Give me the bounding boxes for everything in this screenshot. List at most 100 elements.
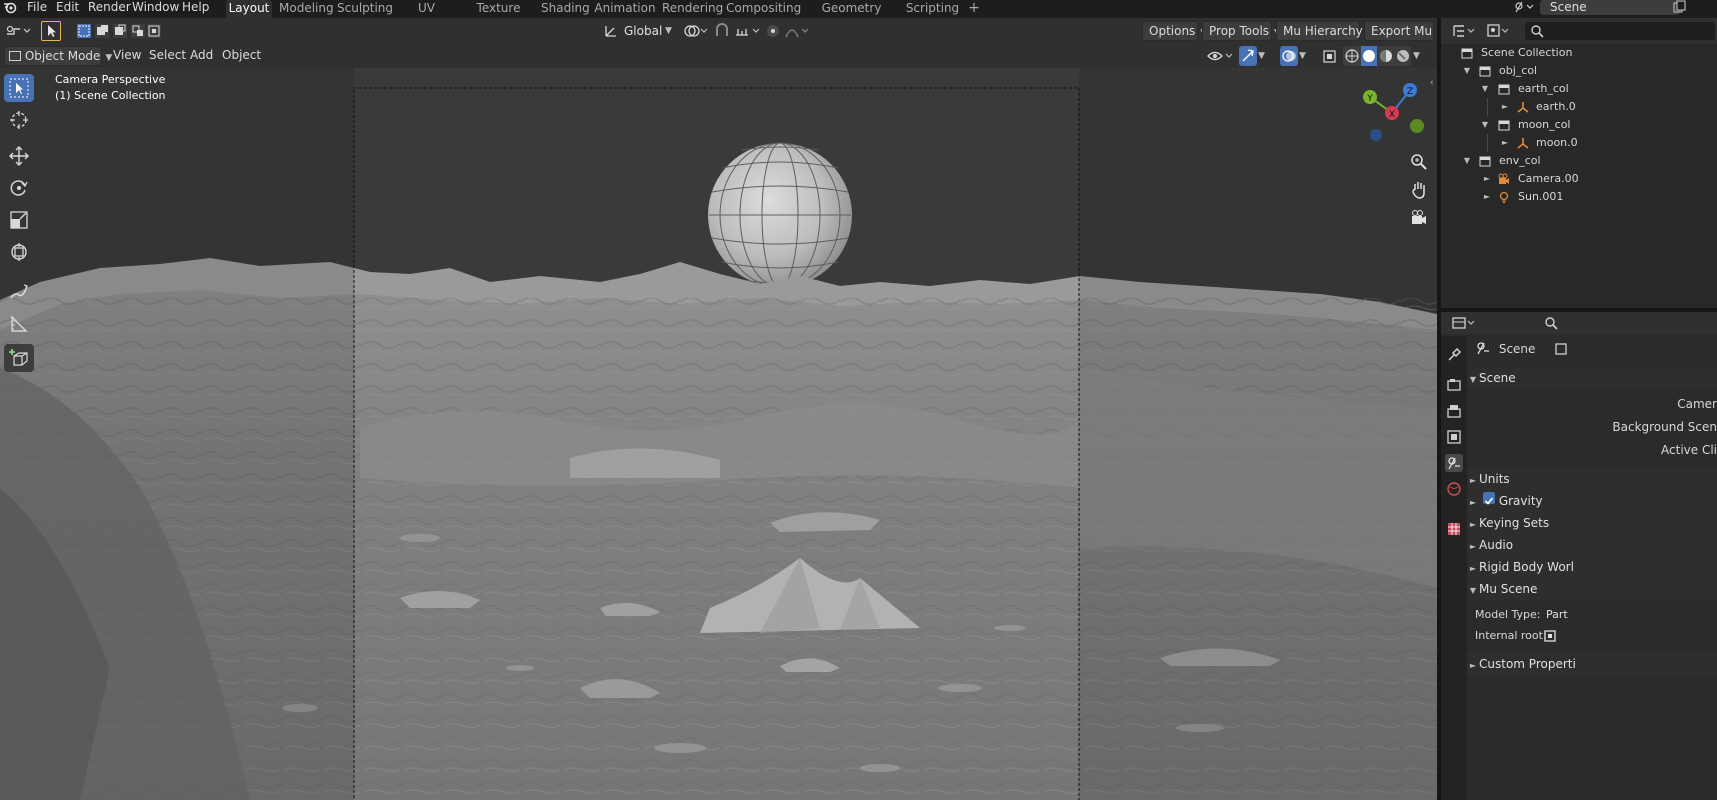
expand-arrow-icon[interactable]: ► — [1481, 188, 1493, 206]
section-custom-properties[interactable]: ► Custom Properti — [1467, 653, 1717, 675]
transform-icon[interactable] — [4, 238, 34, 266]
3d-viewport[interactable]: Camera Perspective (1) Scene Collection — [0, 68, 1437, 800]
tab-layout[interactable]: Layout — [226, 0, 272, 18]
properties-editor-icon[interactable] — [1451, 314, 1479, 332]
properties-search-input[interactable] — [1541, 314, 1715, 332]
snap-toggle-icon[interactable] — [712, 21, 732, 41]
rotate-icon[interactable] — [4, 174, 34, 202]
pivot-point-icon[interactable] — [680, 21, 710, 41]
menu-file[interactable]: File — [27, 0, 47, 17]
zoom-icon[interactable] — [1409, 152, 1429, 172]
mode-dropdown[interactable]: Object Mode ▼ — [4, 46, 112, 66]
gravity-checkbox[interactable] — [1482, 492, 1495, 505]
transform-orientation-dropdown[interactable]: Global ▼ — [603, 21, 675, 41]
tree-row-obj-col[interactable]: ▼ obj_col — [1441, 62, 1717, 80]
add-cube-icon[interactable] — [4, 344, 34, 372]
menu-edit[interactable]: Edit — [56, 0, 79, 17]
object-picker-icon[interactable] — [1543, 629, 1557, 643]
select-tool-icon[interactable] — [41, 21, 61, 41]
overlays-toggle-icon[interactable] — [1280, 46, 1298, 66]
texture-tab-icon[interactable] — [1445, 520, 1463, 538]
tab-rendering[interactable]: Rendering — [662, 0, 723, 18]
chevron-down-icon[interactable]: ▼ — [1258, 46, 1272, 66]
copy-scene-icon[interactable] — [1672, 0, 1690, 15]
mu-hierarchy-dropdown[interactable]: Mu Hierarchy▼ — [1276, 21, 1375, 41]
annotate-icon[interactable] — [4, 278, 34, 306]
menu-object[interactable]: Object — [222, 46, 261, 66]
selection-mode-icons[interactable] — [75, 21, 161, 41]
tab-modeling[interactable]: Modeling — [279, 0, 334, 18]
section-scene[interactable]: ▼ Scene — [1467, 367, 1717, 389]
snap-target-icon[interactable] — [733, 21, 763, 41]
outliner-search-input[interactable] — [1525, 22, 1715, 40]
tree-row-sun[interactable]: ► Sun.001 — [1441, 188, 1717, 206]
display-mode-icon[interactable] — [1485, 22, 1513, 40]
tree-row-earth-col[interactable]: ▼ earth_col — [1441, 80, 1717, 98]
tab-uv-editing[interactable]: UV Editing — [398, 0, 455, 32]
menu-add[interactable]: Add — [190, 46, 213, 66]
world-tab-icon[interactable] — [1445, 480, 1463, 498]
tree-row-earth-obj[interactable]: ► earth.0 — [1441, 98, 1717, 116]
menu-help[interactable]: Help — [182, 0, 209, 17]
cursor-icon[interactable] — [4, 106, 34, 134]
tab-scripting[interactable]: Scripting — [905, 0, 960, 18]
move-icon[interactable] — [4, 142, 34, 170]
render-tab-icon[interactable] — [1445, 376, 1463, 394]
editor-type-icon[interactable] — [4, 21, 32, 41]
measure-icon[interactable] — [4, 310, 34, 338]
tab-shading[interactable]: Shading — [541, 0, 590, 18]
menu-select[interactable]: Select — [149, 46, 186, 66]
view-layer-tab-icon[interactable] — [1445, 428, 1463, 446]
section-units[interactable]: ► Units — [1467, 468, 1717, 490]
scene-selector-icon[interactable] — [1512, 0, 1538, 15]
pin-icon[interactable] — [1553, 341, 1571, 359]
navigation-gizmo[interactable]: Z Y X — [1356, 78, 1428, 144]
expand-arrow-icon[interactable]: ► — [1481, 170, 1493, 188]
options-dropdown[interactable]: Options▼ — [1142, 21, 1207, 41]
sidebar-toggle-icon[interactable]: ‹ — [1430, 78, 1437, 92]
expand-arrow-icon[interactable]: ▼ — [1479, 116, 1491, 134]
expand-arrow-icon[interactable]: ▼ — [1479, 80, 1491, 98]
expand-arrow-icon[interactable]: ► — [1499, 98, 1511, 116]
chevron-down-icon[interactable]: ▼ — [1299, 46, 1313, 66]
section-mu-scene[interactable]: ▼ Mu Scene — [1467, 578, 1717, 600]
export-mu-dropdown[interactable]: Export Mu▼ — [1364, 21, 1444, 41]
section-gravity[interactable]: ► Gravity — [1467, 490, 1717, 512]
section-rigid-body-world[interactable]: ► Rigid Body Worl — [1467, 556, 1717, 578]
output-tab-icon[interactable] — [1445, 402, 1463, 420]
chevron-down-icon[interactable]: ▼ — [1413, 46, 1427, 66]
section-audio[interactable]: ► Audio — [1467, 534, 1717, 556]
tab-animation[interactable]: Animation — [594, 0, 656, 18]
tree-row-camera[interactable]: ► Camera.00 — [1441, 170, 1717, 188]
gizmo-toggle-icon[interactable] — [1239, 46, 1257, 66]
scene-tab-icon[interactable] — [1445, 454, 1463, 472]
xray-toggle-icon[interactable] — [1321, 46, 1339, 66]
tree-row-moon-col[interactable]: ▼ moon_col — [1441, 116, 1717, 134]
tab-sculpting[interactable]: Sculpting — [337, 0, 393, 18]
blender-logo-icon[interactable] — [3, 0, 17, 17]
model-type-dropdown[interactable]: Part — [1541, 606, 1717, 624]
tree-row-env-col[interactable]: ▼ env_col — [1441, 152, 1717, 170]
camera-view-icon[interactable] — [1409, 208, 1429, 228]
menu-view[interactable]: View — [113, 46, 141, 66]
section-keying-sets[interactable]: ► Keying Sets — [1467, 512, 1717, 534]
tab-geometry-nodes[interactable]: Geometry Nodes — [804, 0, 899, 32]
proportional-editing-icon[interactable] — [764, 21, 782, 41]
expand-arrow-icon[interactable]: ► — [1499, 134, 1511, 152]
prop-tools-dropdown[interactable]: Prop Tools▼ — [1202, 21, 1281, 41]
tool-tab-icon[interactable] — [1445, 346, 1463, 364]
scene-name-field[interactable]: Scene — [1540, 0, 1680, 15]
add-workspace-button[interactable]: + — [966, 0, 982, 18]
outliner-editor-icon[interactable] — [1451, 22, 1479, 40]
visibility-icon[interactable] — [1206, 46, 1236, 66]
tab-texture-paint[interactable]: Texture Paint — [462, 0, 535, 32]
expand-arrow-icon[interactable]: ▼ — [1461, 152, 1473, 170]
menu-render[interactable]: Render — [88, 0, 131, 17]
tree-row-scene-collection[interactable]: Scene Collection — [1441, 44, 1717, 62]
select-box-icon[interactable] — [4, 74, 34, 102]
expand-arrow-icon[interactable]: ▼ — [1461, 62, 1473, 80]
tree-row-moon-obj[interactable]: ► moon.0 — [1441, 134, 1717, 152]
scale-icon[interactable] — [4, 206, 34, 234]
menu-window[interactable]: Window — [132, 0, 179, 17]
proportional-falloff-icon[interactable] — [784, 21, 812, 41]
